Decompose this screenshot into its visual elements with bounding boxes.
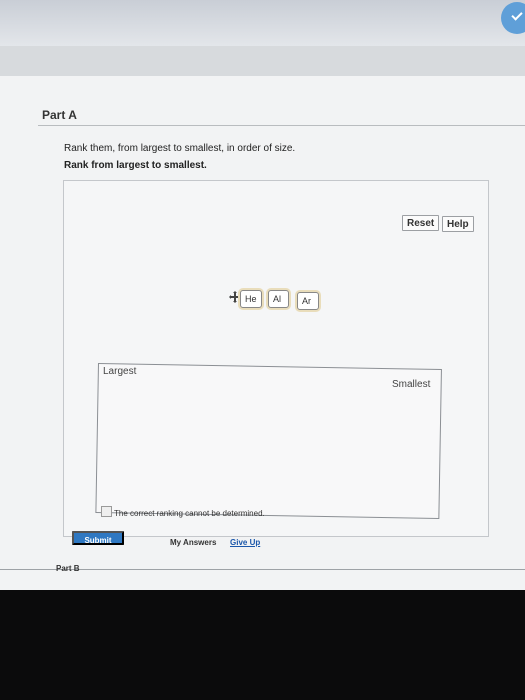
give-up-link[interactable]: Give Up <box>230 538 260 547</box>
header-band <box>0 46 525 76</box>
help-button[interactable]: Help <box>442 216 474 232</box>
my-answers-label: My Answers <box>170 538 217 547</box>
submit-button[interactable]: Submit <box>72 531 124 545</box>
question-instruction: Rank from largest to smallest. <box>64 160 207 171</box>
part-a-title: Part A <box>42 108 77 122</box>
cannot-determine-label: The correct ranking cannot be determined… <box>114 509 265 518</box>
screen: Part A Rank them, from largest to smalle… <box>0 0 525 590</box>
chip-ar[interactable]: Ar <box>297 292 319 310</box>
largest-label: Largest <box>103 366 137 377</box>
chip-he[interactable]: He <box>240 290 262 308</box>
smallest-label: Smallest <box>392 379 431 390</box>
part-b-title: Part B <box>56 564 80 573</box>
section-divider <box>38 125 525 126</box>
cannot-determine-checkbox[interactable] <box>101 506 112 517</box>
ranking-dropzone[interactable] <box>95 363 442 519</box>
question-prompt: Rank them, from largest to smallest, in … <box>64 143 296 154</box>
top-bar <box>0 0 525 46</box>
reset-button[interactable]: Reset <box>402 215 440 231</box>
check-icon[interactable] <box>501 2 525 34</box>
chip-al[interactable]: Al <box>268 290 289 308</box>
